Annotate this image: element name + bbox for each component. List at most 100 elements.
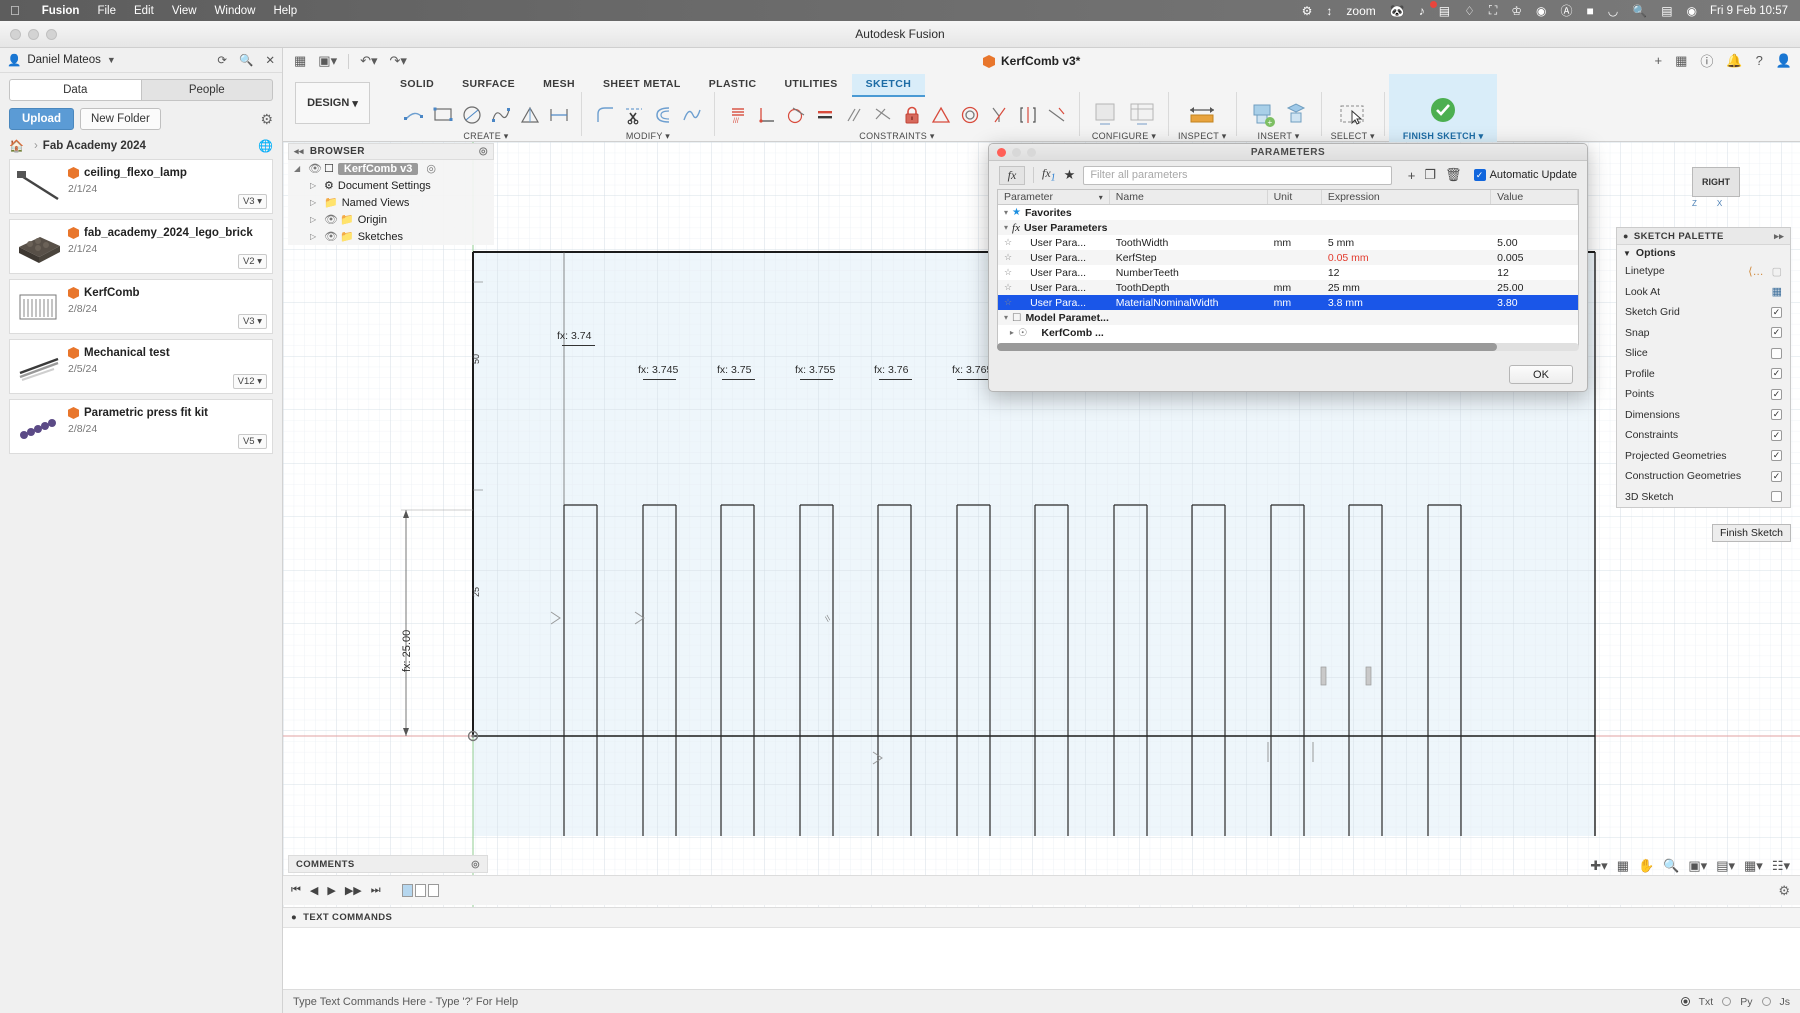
viewports-icon[interactable]: ☷▾ — [1772, 858, 1790, 874]
display-icon[interactable]: ▤▾ — [1716, 858, 1735, 874]
spline-icon[interactable] — [487, 100, 514, 130]
menu-edit[interactable]: Edit — [125, 5, 163, 17]
automatic-update-toggle[interactable]: ✓ Automatic Update — [1473, 169, 1577, 181]
palette-row-slice[interactable]: Slice — [1617, 343, 1790, 364]
table-row[interactable]: ▾ fx User Parameters — [998, 220, 1578, 235]
text-commands-header[interactable]: ● TEXT COMMANDS — [283, 907, 1800, 927]
jump-start-icon[interactable]: ⏮ — [291, 884, 301, 897]
polygon-icon[interactable] — [516, 100, 543, 130]
ok-button[interactable]: OK — [1509, 365, 1573, 384]
collinear-icon[interactable] — [811, 100, 838, 130]
add-tab-icon[interactable]: + — [1654, 53, 1662, 68]
construction-icon[interactable]: ▢ — [1772, 265, 1782, 278]
orbit-icon[interactable]: ✚▾ — [1590, 858, 1607, 874]
document-tab[interactable]: KerfComb v3* — [983, 50, 1080, 72]
timeline-settings-icon[interactable]: ⚙ — [1778, 883, 1790, 899]
palette-row-dimensions[interactable]: Dimensions — [1617, 405, 1790, 426]
table-row[interactable]: ☆ User Para... ToothWidth mm 5 mm 5.00 — [998, 235, 1578, 250]
dim-label-height[interactable]: fx: 25.00 — [401, 630, 413, 672]
upload-button[interactable]: Upload — [9, 108, 74, 130]
radio-js[interactable] — [1761, 997, 1771, 1006]
star-icon[interactable]: ☆ — [1004, 237, 1012, 248]
comments-panel-header[interactable]: COMMENTS ◎ — [288, 855, 488, 873]
dim-label-50[interactable]: 50 — [471, 354, 481, 364]
chevron-down-icon[interactable]: ▼ — [107, 55, 116, 65]
wifi-icon[interactable]: ◡ — [1601, 4, 1625, 18]
checkbox-automatic-update[interactable]: ✓ — [1473, 169, 1486, 181]
star-icon[interactable]: ☆ — [1004, 297, 1012, 308]
search-icon[interactable]: 🔍 — [239, 53, 253, 67]
tab-data[interactable]: Data — [9, 79, 142, 101]
insert-derive-icon[interactable] — [1280, 100, 1312, 130]
checkbox-constraints[interactable] — [1771, 429, 1782, 441]
tab-sheet-metal[interactable]: SHEET METAL — [589, 74, 695, 97]
redo-icon[interactable]: ↷▾ — [385, 51, 412, 71]
add-icon[interactable]: + — [1408, 168, 1416, 183]
dim-label-kerf[interactable]: fx: 3.765 — [952, 364, 992, 376]
favorite-star-icon[interactable]: ★ — [1064, 167, 1076, 183]
status-placeholder[interactable]: Type Text Commands Here - Type '?' For H… — [293, 996, 518, 1008]
measure-icon[interactable] — [1184, 100, 1220, 130]
tab-people[interactable]: People — [141, 79, 273, 101]
curve-icon[interactable] — [678, 100, 705, 130]
rectangle-icon[interactable] — [429, 100, 456, 130]
lookat-icon[interactable]: ▦ — [1772, 285, 1782, 298]
fillet-icon[interactable] — [591, 100, 618, 130]
dim-label-kerf[interactable]: fx: 3.75 — [717, 364, 751, 376]
shirt-icon[interactable]: ♔ — [1504, 4, 1529, 18]
configure-icon[interactable] — [1089, 100, 1123, 130]
expand-icon[interactable]: ▸▸ — [1774, 231, 1784, 242]
palette-row-sketch-grid[interactable]: Sketch Grid — [1617, 302, 1790, 323]
star-icon[interactable]: ★ — [1012, 207, 1021, 218]
browser-options-icon[interactable]: ◎ — [479, 146, 488, 157]
trim-icon[interactable] — [620, 100, 647, 130]
menu-window[interactable]: Window — [206, 5, 265, 17]
control-center-icon[interactable]: ▤ — [1654, 4, 1679, 18]
grid-icon[interactable]: ▦▾ — [1744, 858, 1763, 874]
eye-icon[interactable]: 👁 — [324, 213, 338, 226]
home-icon[interactable]: 🏠 — [9, 139, 24, 153]
save-icon[interactable]: ▣▾ — [313, 51, 342, 71]
comments-options-icon[interactable]: ◎ — [471, 859, 480, 870]
palette-row-linetype[interactable]: Linetype ⟨… ▢ — [1617, 261, 1790, 282]
column-header-name[interactable]: Name — [1110, 190, 1268, 204]
parameters-table[interactable]: Parameter ▾ Name Unit Expression Value ▾ ★… — [997, 189, 1579, 347]
triangle-icon[interactable]: ▷ — [310, 181, 320, 190]
view-cube-face[interactable]: RIGHT — [1692, 167, 1740, 197]
zoom-icon[interactable]: 🔍 — [1663, 858, 1679, 874]
gear-icon[interactable]: ⚙ — [1295, 4, 1320, 18]
star-icon[interactable]: ☆ — [1004, 282, 1012, 293]
table-row[interactable]: ☆ User Para... KerfStep 0.05 mm 0.005 — [998, 250, 1578, 265]
music-note-icon[interactable]: ♪ — [1412, 4, 1432, 18]
step-forward-icon[interactable]: ▶▶ — [345, 884, 362, 897]
finish-sketch-button[interactable]: Finish Sketch — [1711, 524, 1791, 542]
parameters-horizontal-scrollbar[interactable] — [997, 343, 1579, 351]
version-badge[interactable]: V12 ▾ — [232, 374, 267, 389]
table-icon[interactable] — [1125, 100, 1159, 130]
dim-label-25[interactable]: 25 — [471, 587, 481, 597]
tab-sketch[interactable]: SKETCH — [851, 74, 926, 97]
checkbox-snap[interactable] — [1771, 327, 1782, 339]
select-arrow-icon[interactable] — [1335, 100, 1371, 130]
menu-fusion[interactable]: Fusion — [33, 5, 89, 17]
table-row[interactable]: ▸ ☉ KerfComb ... — [998, 325, 1578, 340]
browser-node-origin[interactable]: ▷ 👁 📁 Origin — [288, 211, 494, 228]
checkbox-construction-geometries[interactable] — [1771, 470, 1782, 482]
list-item[interactable]: Mechanical test 2/5/24 V12 ▾ — [9, 339, 273, 394]
tab-surface[interactable]: SURFACE — [448, 74, 529, 97]
equal-icon[interactable] — [927, 100, 954, 130]
dimension-icon[interactable] — [545, 100, 572, 130]
parameters-filter-input[interactable] — [1083, 165, 1392, 185]
duplicate-icon[interactable]: ❐ — [1424, 167, 1436, 183]
arrows-vertical-icon[interactable]: ↕ — [1319, 4, 1339, 18]
sketch-palette-options-header[interactable]: ▼ Options — [1617, 245, 1790, 261]
table-row[interactable]: ▾ ☐ Model Paramet... — [998, 310, 1578, 325]
fx-new-parameter-icon[interactable]: fx1 — [1042, 166, 1056, 183]
new-folder-button[interactable]: New Folder — [79, 108, 161, 130]
list-item[interactable]: fab_academy_2024_lego_brick 2/1/24 V2 ▾ — [9, 219, 273, 274]
checkbox-3d-sketch[interactable] — [1771, 491, 1782, 503]
step-back-icon[interactable]: ◀ — [310, 884, 318, 897]
menu-help[interactable]: Help — [264, 5, 306, 17]
tab-mesh[interactable]: MESH — [529, 74, 589, 97]
palette-row-construction-geometries[interactable]: Construction Geometries — [1617, 466, 1790, 487]
